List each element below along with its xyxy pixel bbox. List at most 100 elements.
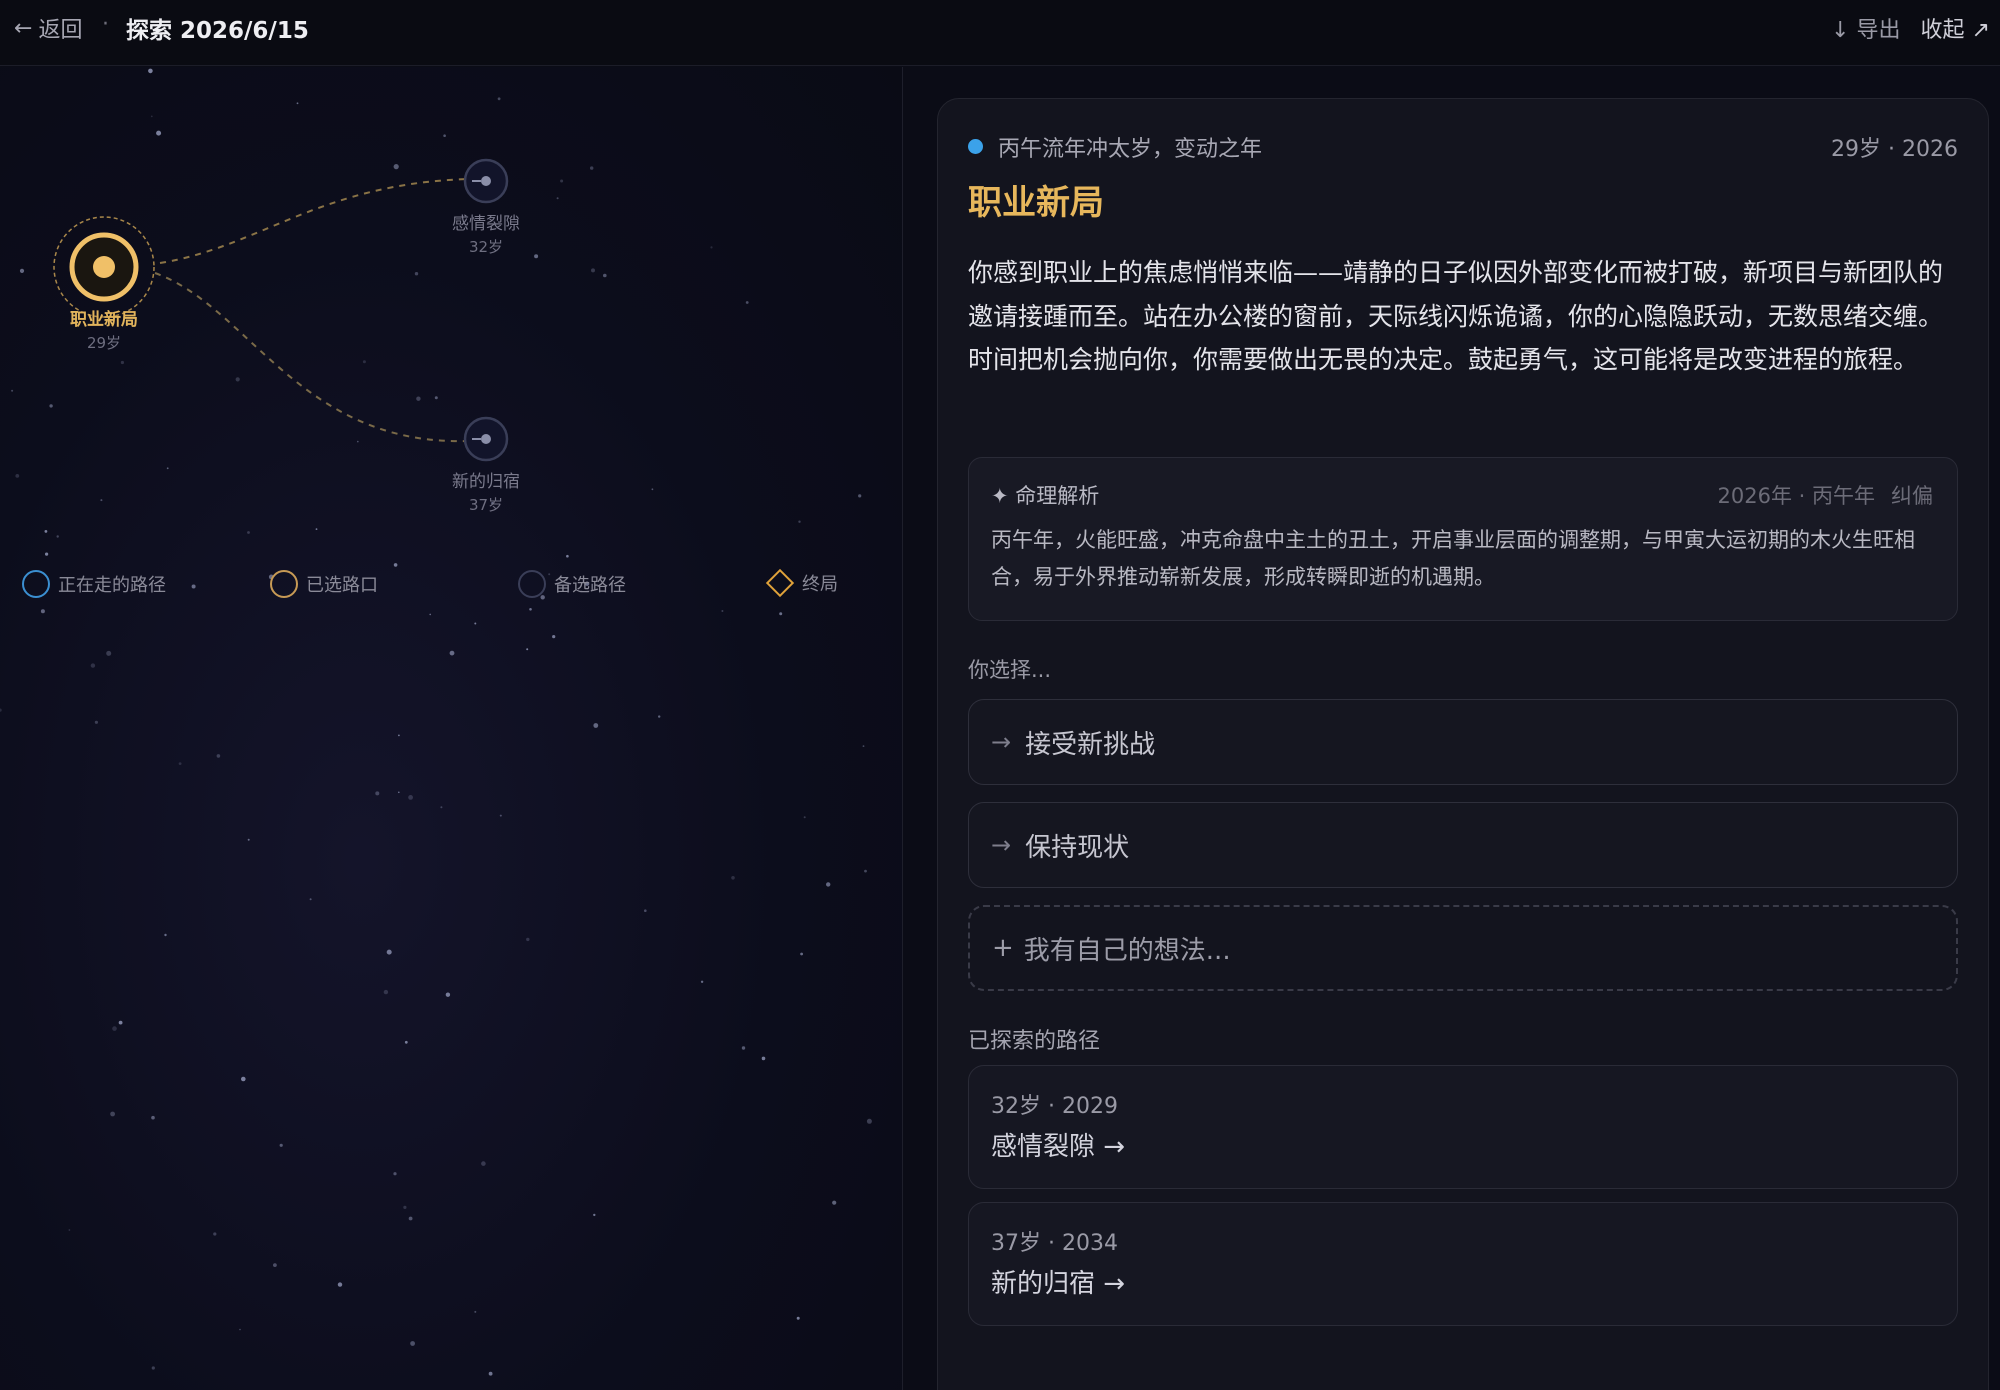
node-age: 37岁 xyxy=(468,496,504,514)
star xyxy=(337,1282,343,1287)
star xyxy=(247,838,250,841)
star xyxy=(120,360,124,365)
back-label: 返回 xyxy=(38,18,83,43)
node-label-current: 职业新局 29岁 xyxy=(34,305,174,353)
app-root: ← 返回 · 探索 2026/6/15 ↓ 导出 收起 ↗ 职业新局 29岁 感… xyxy=(0,0,2000,1390)
arrow-up-right-icon: ↗ xyxy=(1971,18,1990,43)
star xyxy=(118,1020,123,1025)
star xyxy=(296,102,299,105)
star xyxy=(40,609,45,614)
path-to-node-3 xyxy=(154,272,471,443)
analysis-meta-text: 2026年 · 丙午年 xyxy=(1717,484,1875,508)
star xyxy=(474,1310,477,1313)
star xyxy=(403,1205,407,1209)
node-age: 32岁 xyxy=(468,238,504,256)
star xyxy=(745,301,749,304)
star xyxy=(150,115,153,118)
map-node-current[interactable] xyxy=(53,216,155,318)
star xyxy=(761,1056,766,1061)
explored-path-card[interactable]: 37岁 · 2034 新的归宿 → xyxy=(968,1202,1958,1326)
star xyxy=(864,869,867,873)
story-panel: 丙午流年冲太岁，变动之年 29岁 · 2026 职业新局 你感到职业上的焦虑悄悄… xyxy=(937,98,1989,1390)
star xyxy=(45,552,49,556)
star xyxy=(832,1200,837,1205)
star xyxy=(383,989,389,995)
node-name: 感情裂隙 xyxy=(452,214,520,234)
map-node-alt-2[interactable] xyxy=(463,416,509,462)
star xyxy=(603,273,607,278)
star xyxy=(779,612,783,616)
circle-icon xyxy=(22,570,50,598)
star xyxy=(862,745,865,747)
star xyxy=(481,1161,486,1166)
star xyxy=(644,909,647,912)
star xyxy=(94,720,98,724)
star xyxy=(710,246,713,249)
star xyxy=(434,396,438,400)
star xyxy=(106,650,112,656)
legend-label: 正在走的路径 xyxy=(58,575,166,596)
explored-label: 已探索的路径 xyxy=(968,1029,1101,1054)
option-custom-idea[interactable]: + 我有自己的想法... xyxy=(968,905,1958,991)
arrow-right-icon: → xyxy=(991,831,1012,859)
legend-label: 已选路口 xyxy=(306,575,378,596)
star-map-canvas xyxy=(0,68,872,1376)
analysis-title: ✦ 命理解析 xyxy=(991,480,1099,510)
path-name: 新的归宿 → xyxy=(991,1269,1126,1299)
star xyxy=(0,708,2,712)
star xyxy=(100,499,103,502)
node-name: 新的归宿 xyxy=(452,472,520,492)
node-label-alt-2: 新的归宿 37岁 xyxy=(416,467,556,515)
star xyxy=(279,1143,283,1147)
star xyxy=(151,1115,155,1120)
path-meta: 37岁 · 2034 xyxy=(991,1231,1118,1256)
age-year: 29岁 · 2026 xyxy=(1831,137,1958,162)
star xyxy=(800,952,803,956)
year-tag: 丙午流年冲太岁，变动之年 xyxy=(998,137,1263,162)
star xyxy=(449,650,455,656)
star xyxy=(658,715,661,718)
star xyxy=(488,1371,493,1376)
collapse-button[interactable]: 收起 ↗ xyxy=(1921,12,1990,44)
star xyxy=(235,377,240,382)
node-age: 29岁 xyxy=(86,334,122,352)
star xyxy=(474,622,477,625)
title-separator: · xyxy=(102,12,109,37)
star xyxy=(858,494,862,498)
star xyxy=(110,1111,115,1117)
legend-label: 终局 xyxy=(802,574,838,595)
star xyxy=(526,937,530,942)
explored-path-card[interactable]: 32岁 · 2029 感情裂隙 → xyxy=(968,1065,1958,1189)
option-accept-challenge[interactable]: → 接受新挑战 xyxy=(968,699,1958,785)
star xyxy=(386,949,392,955)
option-keep-status[interactable]: → 保持现状 xyxy=(968,802,1958,888)
sparkle-icon: ✦ xyxy=(991,484,1009,508)
analysis-card: ✦ 命理解析 2026年 · 丙午年 纠偏 丙午年，火能旺盛，冲克命盘中主土的丑… xyxy=(968,457,1958,621)
star xyxy=(315,528,318,530)
star xyxy=(19,268,25,273)
star xyxy=(241,1076,246,1082)
star xyxy=(68,1229,71,1231)
back-button[interactable]: ← 返回 xyxy=(14,12,82,44)
star xyxy=(393,1172,397,1176)
star xyxy=(166,467,169,470)
export-button[interactable]: ↓ 导出 xyxy=(1831,12,1900,44)
star xyxy=(526,648,529,651)
star xyxy=(393,164,399,170)
star xyxy=(440,806,443,809)
analysis-body: 丙午年，火能旺盛，冲克命盘中主土的丑土，开启事业层面的调整期，与甲寅大运初期的木… xyxy=(991,528,1915,589)
fix-button[interactable]: 纠偏 xyxy=(1891,480,1933,510)
star xyxy=(357,440,359,443)
star xyxy=(213,1232,217,1236)
star xyxy=(651,488,654,491)
map-node-alt-1[interactable] xyxy=(463,158,509,204)
star xyxy=(826,882,831,887)
legend-item-chosen: 已选路口 xyxy=(270,570,378,598)
arrow-right-icon: → xyxy=(991,728,1012,756)
star xyxy=(731,876,735,880)
star xyxy=(429,613,432,616)
star xyxy=(796,1316,800,1320)
star xyxy=(590,166,594,170)
page-title: 探索 2026/6/15 xyxy=(126,18,309,44)
star xyxy=(216,754,221,758)
